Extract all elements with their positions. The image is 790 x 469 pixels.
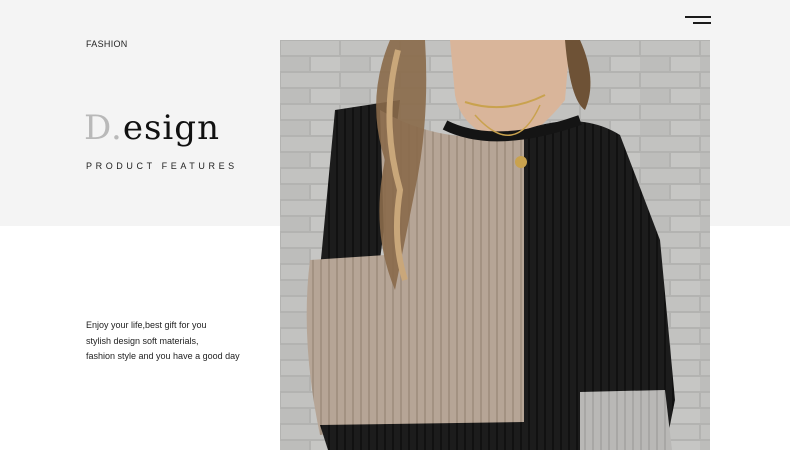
- description-line: fashion style and you have a good day: [86, 351, 240, 361]
- design-title: D.esign: [84, 108, 220, 148]
- product-photo: [280, 40, 710, 450]
- description-line: stylish design soft materials,: [86, 335, 199, 346]
- design-title-initial: D.: [84, 108, 123, 148]
- design-title-rest: esign: [122, 108, 220, 148]
- hamburger-menu-icon[interactable]: [683, 15, 711, 27]
- sweater-illustration: [280, 40, 710, 450]
- section-eyebrow: FASHION: [86, 39, 128, 49]
- product-features-subtitle: PRODUCT FEATURES: [86, 161, 238, 171]
- description-line: Enjoy your life,best gift for you: [86, 320, 207, 330]
- description-text: Enjoy your life,best gift for you stylis…: [86, 318, 266, 365]
